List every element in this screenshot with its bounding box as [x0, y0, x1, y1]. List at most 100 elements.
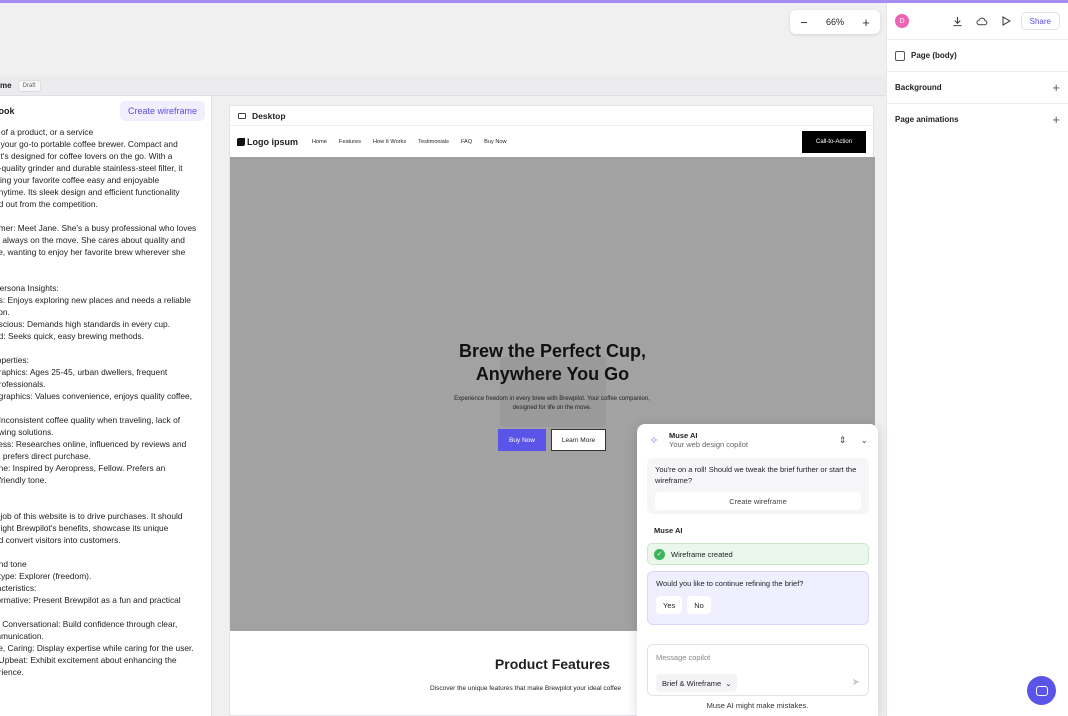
cta-button[interactable]: Call-to-Action	[802, 130, 866, 153]
nav-link-buy-now[interactable]: Buy Now	[484, 139, 506, 145]
logo-mark-icon	[237, 137, 245, 146]
nav-link-how-it-works[interactable]: How It Works	[373, 139, 406, 145]
brief-line: is always on the move. She cares about q…	[0, 235, 185, 245]
mode-label: Brief & Wireframe	[662, 678, 722, 688]
resize-icon[interactable]: ⇕	[839, 435, 847, 446]
check-icon: ✓	[654, 548, 665, 560]
assistant-message: You're on a roll! Should we tweak the br…	[647, 458, 869, 514]
page-animations-row[interactable]: Page animations +	[887, 103, 1068, 135]
brief-line	[0, 210, 211, 222]
brief-text[interactable]: n of a product, or a service s your go-to…	[0, 126, 211, 678]
brief-line: : Inconsistent coffee quality when trave…	[0, 415, 181, 425]
properties-header: D Share	[887, 3, 1068, 39]
background-label: Background	[895, 83, 942, 92]
brief-panel: ebook Create wireframe n of a product, o…	[0, 96, 212, 716]
nav-link-features[interactable]: Features	[339, 139, 361, 145]
brief-line: Persona Insights:	[0, 283, 59, 293]
learn-more-button[interactable]: Learn More	[551, 429, 606, 451]
brief-line: ographics: Values convenience, enjoys qu…	[0, 391, 193, 401]
brief-line: y job of this website is to drive purcha…	[0, 511, 183, 521]
brief-line: graphics: Ages 25-45, urban dwellers, fr…	[0, 367, 168, 377]
nav-link-faq[interactable]: FAQ	[461, 139, 472, 145]
add-background-icon[interactable]: +	[1052, 80, 1060, 95]
nav-link-testimonials[interactable]: Testimonials	[418, 139, 449, 145]
brief-line: anytime. Its sleek design and efficient …	[0, 187, 180, 197]
message-placeholder: Message copilot	[656, 653, 711, 662]
hero-title: Brew the Perfect Cup, Anywhere You Go	[230, 340, 875, 386]
frame-header: Desktop	[230, 106, 873, 125]
project-header: me Draft	[0, 76, 886, 96]
mode-selector[interactable]: Brief & Wireframe ⌄	[656, 674, 738, 692]
brief-line	[0, 258, 211, 270]
brief-line	[0, 606, 211, 618]
refine-question: Would you like to continue refining the …	[647, 571, 869, 625]
nav-link-home[interactable]: Home	[312, 139, 327, 145]
avatar[interactable]: D	[895, 14, 909, 28]
zoom-level[interactable]: 66%	[826, 17, 844, 27]
chevron-down-icon[interactable]: ⌄	[860, 435, 868, 446]
site-nav-links: Home Features How It Works Testimonials FAQ B…	[312, 139, 507, 145]
play-preview-icon[interactable]	[997, 12, 1015, 30]
chat-title: Muse AI	[669, 431, 698, 440]
page-icon	[895, 50, 905, 61]
brief-line: omer: Meet Jane. She's a busy profession…	[0, 223, 197, 233]
brief-line: y, Conversational: Build confidence thro…	[0, 619, 178, 629]
brief-line	[0, 546, 211, 558]
brief-line: , it's designed for coffee lovers on the…	[0, 151, 173, 161]
site-logo[interactable]: Logo ipsum	[237, 137, 298, 147]
brief-title: ebook	[0, 106, 15, 116]
download-icon[interactable]	[949, 12, 967, 30]
zoom-in-button[interactable]: +	[860, 15, 872, 30]
zoom-out-button[interactable]: −	[798, 15, 810, 30]
brief-line	[0, 486, 211, 498]
brief-line: h-quality grinder and durable stainless-…	[0, 163, 183, 173]
brief-line: racteristics:	[0, 583, 37, 593]
background-row[interactable]: Background +	[887, 71, 1068, 103]
hero-buttons: Buy Now Learn More	[498, 429, 606, 451]
brief-line: erience.	[0, 667, 24, 677]
site-navbar: Logo ipsum Home Features How It Works Testi…	[230, 125, 873, 157]
no-button[interactable]: No	[687, 596, 711, 614]
ai-disclaimer: Muse AI might make mistakes.	[706, 701, 809, 710]
add-animation-icon[interactable]: +	[1052, 112, 1060, 127]
brief-line: ewing solutions.	[0, 427, 54, 437]
wireframe-created-status: ✓ Wireframe created	[647, 543, 869, 565]
status-text: Wireframe created	[671, 549, 733, 559]
message-input[interactable]: Message copilot Brief & Wireframe ⌄ ➤	[647, 644, 869, 696]
brief-line	[0, 342, 211, 354]
draft-badge: Draft	[17, 79, 41, 92]
brief-line	[0, 270, 211, 282]
brief-line: us: Enjoys exploring new places and need…	[0, 295, 191, 305]
copilot-chat: ✧ Muse AI Your web design copilot ⇕ ⌄ Yo…	[637, 424, 878, 716]
brief-line: s your go-to portable coffee brewer. Com…	[0, 139, 178, 149]
page-body-row[interactable]: Page (body)	[887, 39, 1068, 71]
logo-text: Logo ipsum	[247, 136, 298, 147]
project-name: me	[0, 81, 12, 90]
properties-panel: D Share Page (body) Background + Page an…	[886, 3, 1068, 716]
brief-header: ebook Create wireframe	[0, 96, 211, 126]
hero-title-line-1: Brew the Perfect Cup,	[458, 341, 647, 361]
cloud-publish-icon[interactable]	[973, 12, 991, 30]
brief-line: cess: Researches online, influenced by r…	[0, 439, 187, 449]
brief-line: ce, wanting to enjoy her favorite brew w…	[0, 247, 186, 257]
features-subtitle: Discover the unique features that make B…	[430, 685, 622, 692]
send-icon[interactable]: ➤	[852, 677, 860, 688]
chevron-down-icon: ⌄	[725, 678, 732, 688]
frame-label: Desktop	[252, 110, 286, 121]
yes-button[interactable]: Yes	[656, 596, 683, 614]
help-chat-button[interactable]	[1027, 676, 1056, 705]
brief-line: .	[0, 402, 211, 414]
question-text: Would you like to continue refining the …	[656, 579, 804, 588]
brief-line: professionals.	[0, 379, 46, 389]
create-wireframe-button[interactable]: Create wireframe	[119, 101, 205, 121]
chat-create-wireframe-button[interactable]: Create wireframe	[655, 492, 861, 510]
sparkle-icon: ✧	[649, 434, 659, 447]
buy-now-button[interactable]: Buy Now	[498, 429, 546, 451]
brief-line: ve, Caring: Display expertise while cari…	[0, 643, 194, 653]
brief-line: ed: Seeks quick, easy brewing methods.	[0, 331, 144, 341]
chat-bubble-icon	[1035, 685, 1048, 696]
share-button[interactable]: Share	[1020, 12, 1060, 30]
page-animations-label: Page animations	[895, 115, 959, 124]
brief-line: nscious: Demands high standards in every…	[0, 319, 170, 329]
brief-line: roperties:	[0, 355, 29, 365]
